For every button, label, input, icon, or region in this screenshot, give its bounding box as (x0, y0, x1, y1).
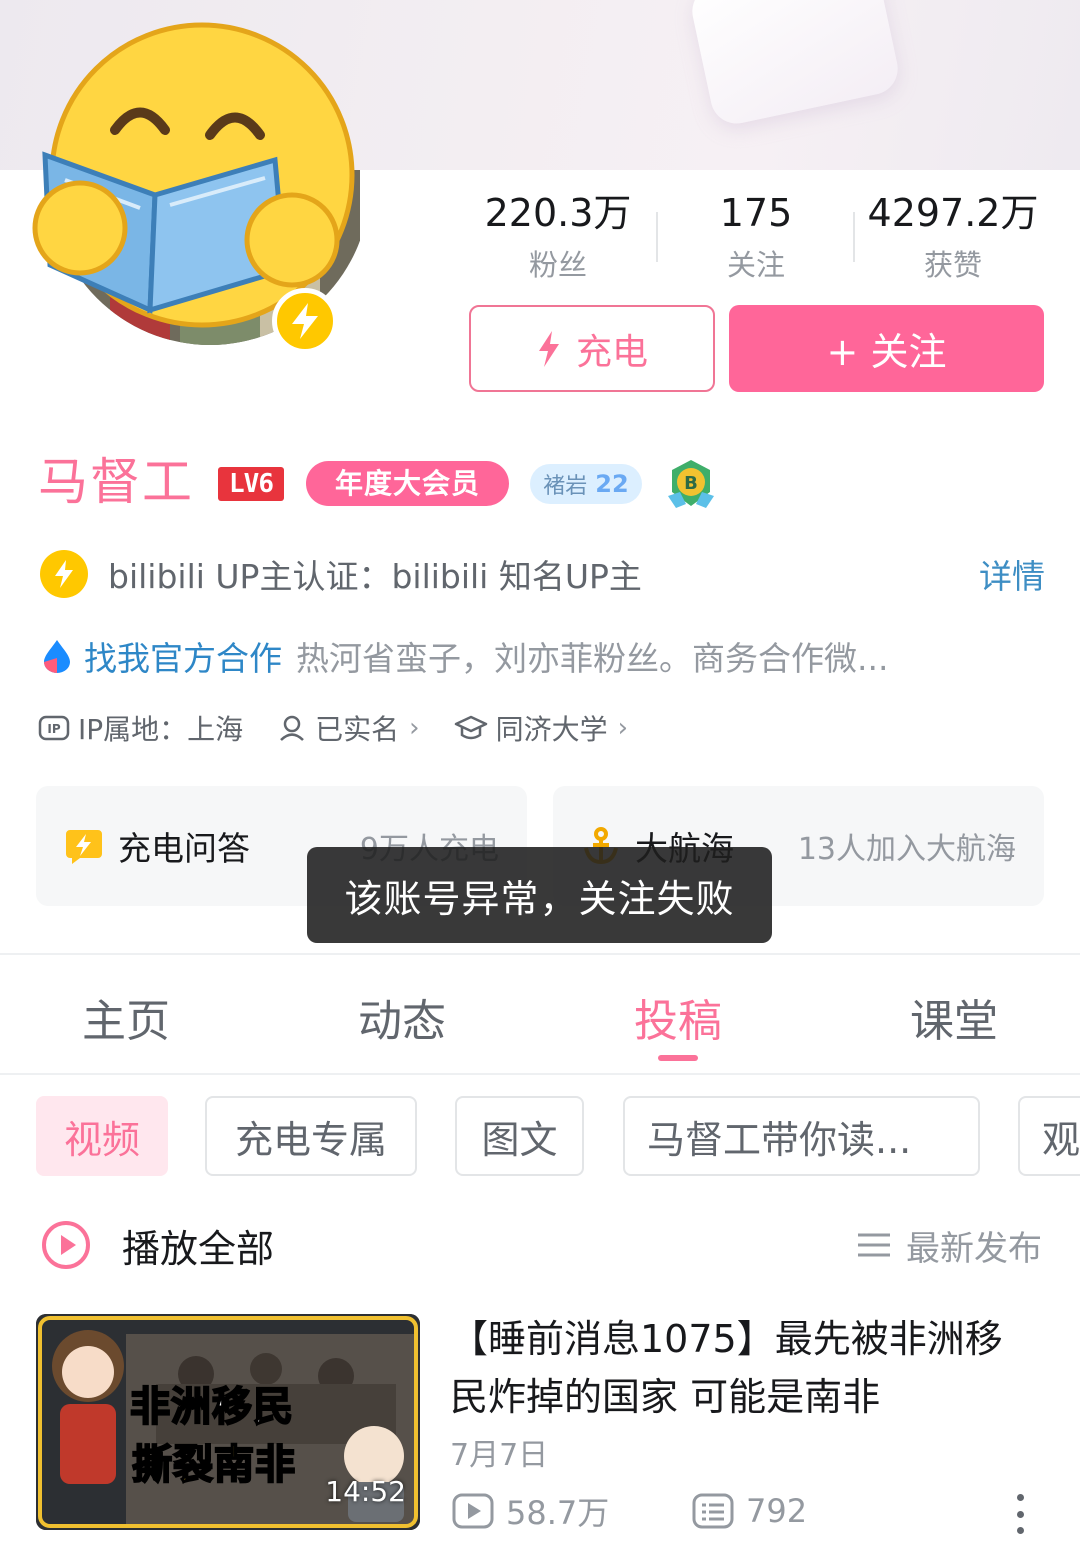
username: 马督工 (38, 453, 194, 511)
stat-divider (656, 212, 658, 262)
video-date: 7月7日 (450, 1438, 549, 1473)
dot (1016, 1527, 1024, 1534)
stat-label: 获赞 (923, 248, 982, 282)
charge-qa-title: 充电问答 (118, 829, 250, 868)
school-text: 同济大学 (495, 713, 608, 746)
verification-text: bilibili UP主认证：bilibili 知名UP主 (108, 557, 642, 596)
video-views-count: 58.7万 (506, 1494, 610, 1532)
lightning-chat-icon (66, 830, 102, 864)
video-title[interactable]: 【睡前消息1075】最先被非洲移民炸掉的国家 可能是南非 (450, 1310, 1040, 1426)
svg-text:B: B (684, 473, 698, 494)
video-comments: 792 (692, 1488, 807, 1534)
chevron-right-icon: › (617, 713, 628, 743)
stat-value: 175 (719, 191, 793, 235)
ip-location-text: IP属地：上海 (78, 713, 244, 746)
cooperation-link[interactable]: 找我官方合作 (84, 632, 282, 680)
bio-text[interactable]: 热河省蛮子，刘亦菲粉丝。商务合作微... (296, 632, 888, 680)
chip-video[interactable]: 视频 (36, 1096, 168, 1176)
lightning-icon (292, 303, 318, 339)
chip-charge-exclusive[interactable]: 充电专属 (205, 1096, 417, 1176)
comment-box-icon (692, 1493, 734, 1529)
play-all-label: 播放全部 (122, 1226, 275, 1271)
pendant-badge[interactable]: B (666, 458, 716, 510)
stat-label: 粉丝 (528, 248, 587, 282)
profile-meta-row: IP IP属地：上海 已实名 › 同济大学 › (38, 705, 662, 751)
fan-medal-level: 22 (595, 470, 629, 498)
dot (1016, 1494, 1024, 1501)
charge-button[interactable]: 充电 (469, 305, 715, 392)
video-duration: 14:52 (325, 1475, 406, 1508)
stat-label: 关注 (726, 248, 785, 282)
follow-button-label: + 关注 (826, 330, 947, 374)
stat-fans[interactable]: 220.3万 粉丝 (468, 190, 648, 284)
tab-uploads[interactable]: 投稿 (578, 985, 778, 1049)
realname-text: 已实名 (315, 713, 400, 746)
droplet-logo-icon (44, 640, 70, 673)
verified-lightning-badge (272, 288, 338, 354)
follow-button[interactable]: + 关注 (729, 305, 1044, 392)
vip-badge[interactable]: 年度大会员 (306, 461, 509, 506)
thumbnail-text-line1: 非洲移民 (129, 1383, 294, 1431)
divider (0, 1073, 1080, 1075)
play-box-icon (452, 1493, 494, 1529)
sort-button[interactable]: 最新发布 (856, 1222, 1042, 1269)
play-circle-icon (42, 1221, 90, 1269)
svg-text:IP: IP (47, 722, 60, 736)
video-views: 58.7万 (452, 1488, 609, 1534)
stat-likes[interactable]: 4297.2万 获赞 (863, 190, 1043, 284)
stat-divider (853, 212, 855, 262)
banner-decoration (687, 0, 903, 129)
divider (0, 953, 1080, 955)
realname-link[interactable]: 已实名 › (277, 708, 420, 748)
chip-collection[interactable]: 马督工带你读... (623, 1096, 980, 1176)
pendant-icon: B (668, 460, 714, 508)
video-comments-count: 792 (746, 1492, 808, 1530)
tab-course[interactable]: 课堂 (854, 985, 1054, 1049)
chevron-right-icon: › (409, 713, 420, 743)
ip-location: IP IP属地：上海 (38, 708, 243, 748)
charge-button-label: 充电 (575, 331, 648, 373)
level-badge: LV6 (218, 467, 284, 501)
verification-detail-link[interactable]: 详情 (979, 550, 1045, 598)
chip-article[interactable]: 图文 (455, 1096, 584, 1176)
ip-tag-icon: IP (38, 715, 70, 741)
stat-following[interactable]: 175 关注 (666, 190, 846, 284)
thumbnail-text-line2: 撕裂南非 (131, 1441, 296, 1489)
tab-home[interactable]: 主页 (26, 985, 226, 1049)
person-icon (280, 715, 305, 741)
list-icon (858, 1233, 890, 1257)
lightning-icon (538, 330, 559, 367)
active-tab-indicator (658, 1055, 698, 1061)
dot (1016, 1510, 1024, 1518)
play-all-button[interactable]: 播放全部 (40, 1220, 275, 1271)
lightning-badge-icon (40, 550, 88, 598)
lightning-icon (55, 560, 73, 588)
toast-message: 该账号异常，关注失败 (307, 847, 772, 943)
graduation-cap-icon (454, 715, 487, 740)
stat-value: 220.3万 (484, 191, 632, 235)
fleet-subtitle: 13人加入大航海 (797, 832, 1016, 867)
cooperation-row: 找我官方合作 热河省蛮子，刘亦菲粉丝。商务合作微... (40, 630, 1045, 682)
video-thumbnail[interactable]: 非洲移民 撕裂南非 14:52 (36, 1314, 420, 1530)
fan-medal[interactable]: 褚岩 22 (530, 464, 642, 504)
stat-value: 4297.2万 (867, 191, 1039, 235)
fan-medal-name: 褚岩 (543, 474, 588, 499)
chip-more[interactable]: 观 (1018, 1096, 1080, 1176)
up-verification-row[interactable]: bilibili UP主认证：bilibili 知名UP主 详情 (40, 548, 1045, 600)
more-vertical-icon[interactable] (1012, 1494, 1028, 1534)
school-link[interactable]: 同济大学 › (454, 708, 628, 748)
sort-label: 最新发布 (906, 1228, 1042, 1269)
tab-dynamic[interactable]: 动态 (302, 985, 502, 1049)
